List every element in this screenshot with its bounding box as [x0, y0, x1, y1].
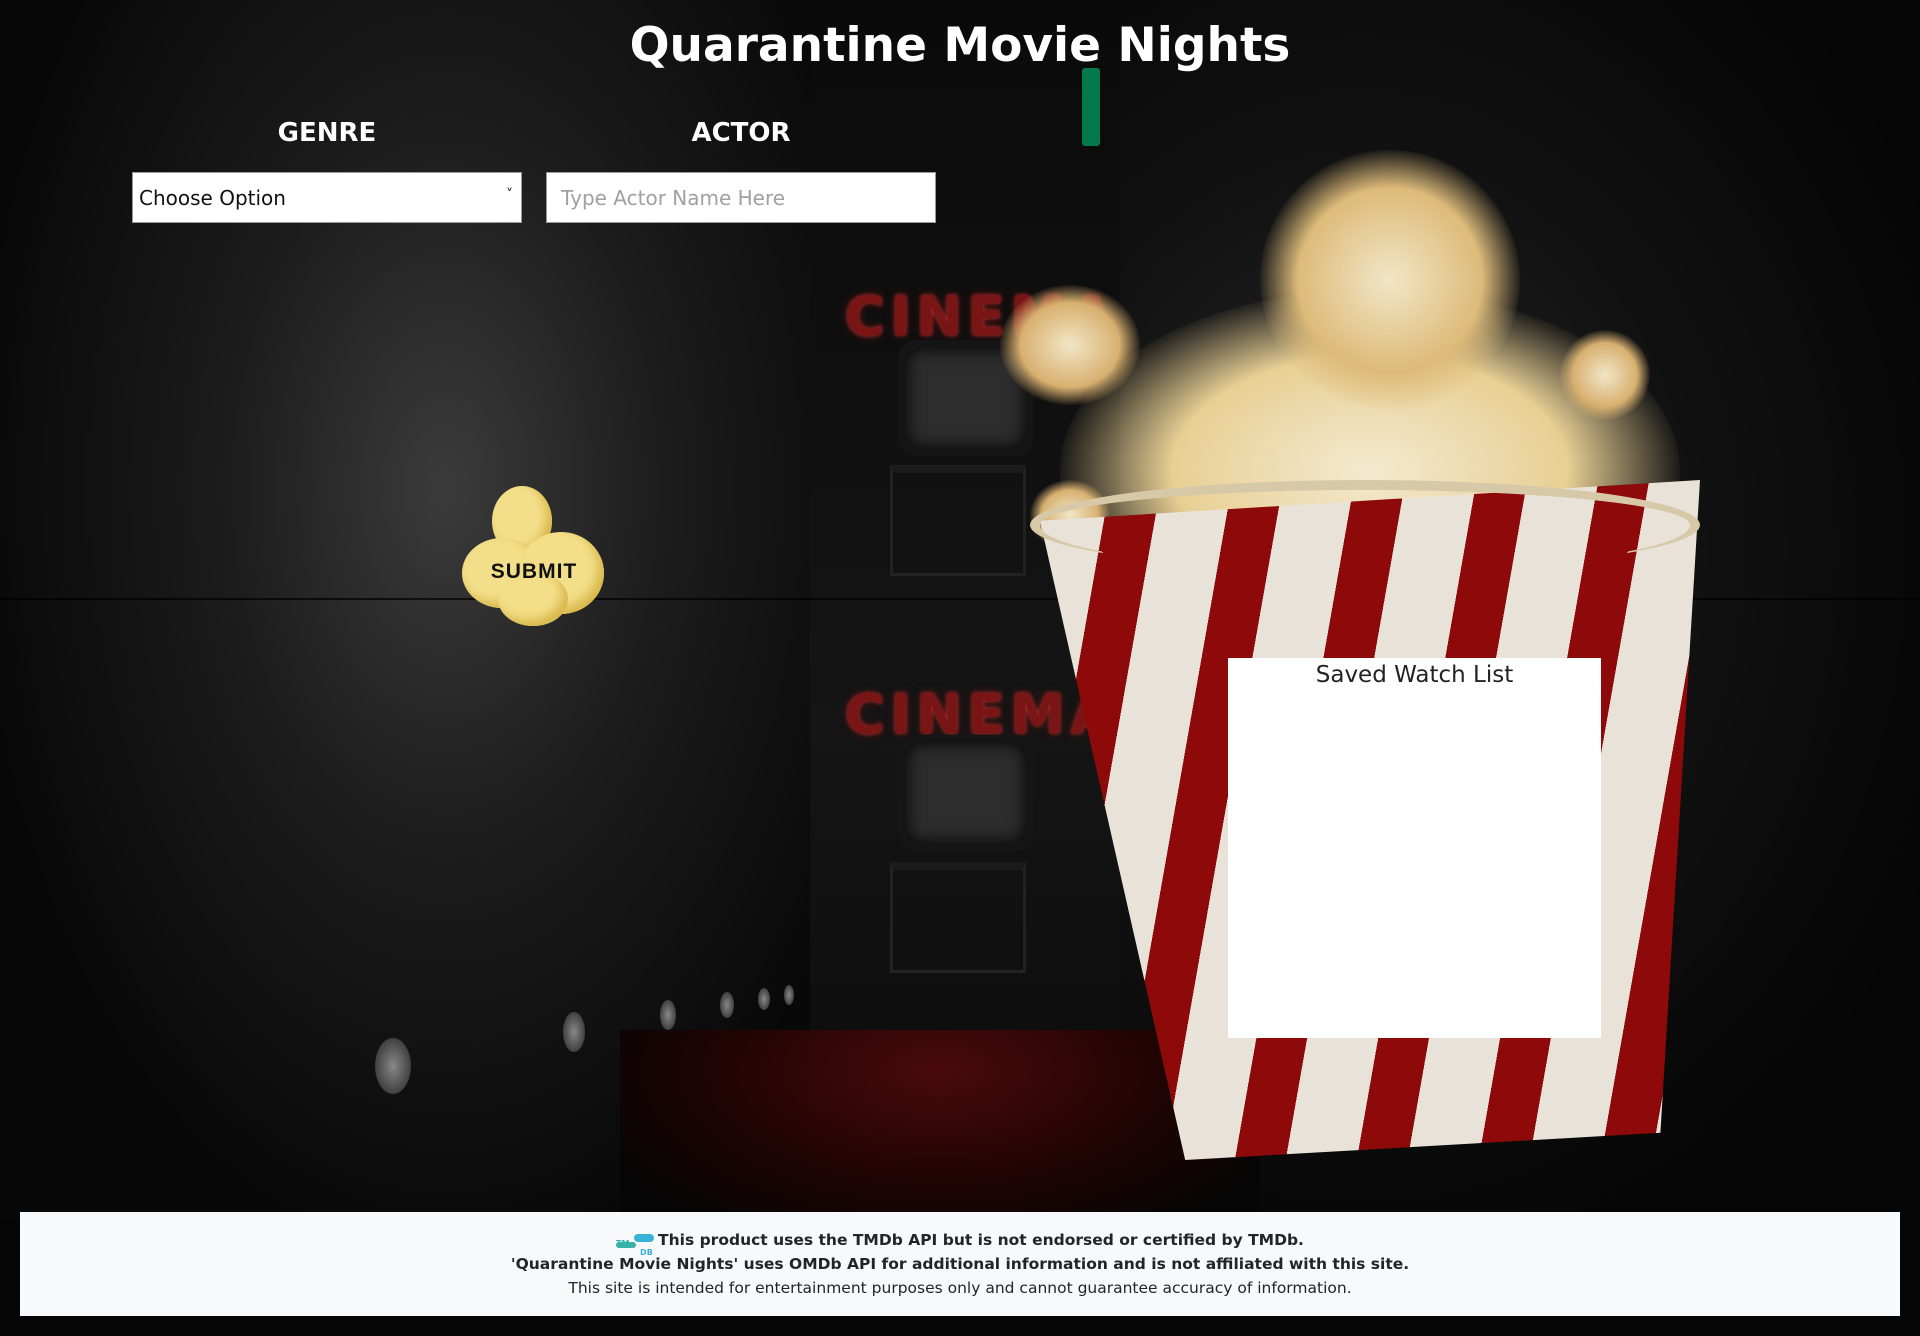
page-title: Quarantine Movie Nights	[629, 18, 1291, 73]
exit-light	[1082, 68, 1100, 146]
footer-line-3: This site is intended for entertainment …	[568, 1279, 1352, 1297]
popcorn-kernel	[1560, 330, 1650, 420]
genre-select[interactable]: Choose Option ˅	[132, 172, 522, 223]
tmdb-attribution: This product uses the TMDb API but is no…	[658, 1231, 1304, 1249]
wall-light	[375, 1038, 411, 1094]
footer-line-2: 'Quarantine Movie Nights' uses OMDb API …	[20, 1252, 1900, 1276]
tmdb-logo-icon: TMDB	[616, 1232, 655, 1257]
submit-label: SUBMIT	[490, 560, 578, 583]
wall-light	[784, 985, 794, 1005]
watchlist-title: Saved Watch List	[1315, 662, 1514, 688]
genre-select-value: Choose Option	[139, 185, 286, 210]
genre-label: GENRE	[277, 118, 377, 148]
tv-stand	[890, 862, 1026, 973]
wall-light	[660, 1000, 676, 1030]
popcorn-pile	[1260, 150, 1520, 410]
tv-stand	[890, 465, 1026, 576]
wall-light	[563, 1012, 585, 1052]
bucket-rim	[1030, 480, 1700, 570]
actor-input[interactable]	[546, 172, 936, 223]
actor-label: ACTOR	[691, 118, 791, 148]
saved-watch-list: Saved Watch List	[1228, 658, 1601, 1038]
footer: TMDB This product uses the TMDb API but …	[20, 1212, 1900, 1316]
popcorn-kernel	[1000, 285, 1140, 405]
wall-light	[720, 992, 734, 1018]
chevron-down-icon: ˅	[506, 187, 513, 203]
footer-line-1: TMDB This product uses the TMDb API but …	[20, 1228, 1900, 1257]
submit-button[interactable]: SUBMIT	[462, 486, 606, 628]
wall-light	[758, 988, 770, 1010]
tv-icon	[898, 735, 1034, 851]
